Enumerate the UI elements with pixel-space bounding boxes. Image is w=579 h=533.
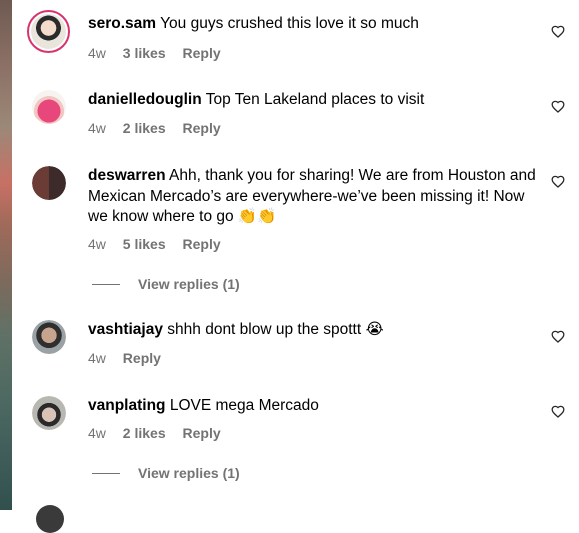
avatar[interactable] (32, 320, 66, 354)
divider-line (92, 283, 120, 285)
view-replies-button[interactable]: View replies (1) (92, 465, 240, 481)
divider-line (92, 472, 120, 474)
reply-button[interactable]: Reply (183, 45, 221, 61)
reply-button[interactable]: Reply (123, 350, 161, 366)
comment-likes[interactable]: 3 likes (123, 45, 166, 61)
heart-outline-icon[interactable] (551, 330, 565, 343)
comment-text: shhh dont blow up the spottt 😭 (167, 321, 384, 338)
comment-likes[interactable]: 2 likes (123, 425, 166, 441)
view-replies-label: View replies (1) (138, 276, 240, 292)
comment-time: 4w (88, 425, 106, 441)
avatar[interactable] (32, 166, 66, 200)
comment-text: LOVE mega Mercado (169, 397, 319, 414)
comment-likes[interactable]: 5 likes (123, 236, 166, 252)
comment-time: 4w (88, 236, 106, 252)
view-replies-button[interactable]: View replies (1) (92, 276, 240, 292)
reply-button[interactable]: Reply (183, 425, 221, 441)
comment-likes[interactable]: 2 likes (123, 120, 166, 136)
comment-text: You guys crushed this love it so much (160, 15, 419, 32)
reply-button[interactable]: Reply (183, 236, 221, 252)
background-video-edge (0, 0, 12, 510)
heart-outline-icon[interactable] (551, 175, 565, 188)
comment-username[interactable]: vashtiajay (88, 321, 163, 338)
heart-outline-icon[interactable] (551, 100, 565, 113)
comment-time: 4w (88, 45, 106, 61)
comment-username[interactable]: vanplating (88, 397, 166, 414)
view-replies-label: View replies (1) (138, 465, 240, 481)
heart-outline-icon[interactable] (551, 405, 565, 418)
comment-username[interactable]: sero.sam (88, 15, 156, 32)
reply-button[interactable]: Reply (183, 120, 221, 136)
comment-text: Top Ten Lakeland places to visit (205, 91, 425, 108)
heart-outline-icon[interactable] (551, 25, 565, 38)
comment-username[interactable]: deswarren (88, 167, 166, 184)
avatar[interactable] (27, 10, 70, 53)
avatar[interactable] (32, 90, 66, 124)
comment-time: 4w (88, 120, 106, 136)
avatar[interactable] (32, 396, 66, 430)
comment-time: 4w (88, 350, 106, 366)
avatar[interactable] (36, 505, 64, 533)
comment-username[interactable]: danielledouglin (88, 91, 202, 108)
